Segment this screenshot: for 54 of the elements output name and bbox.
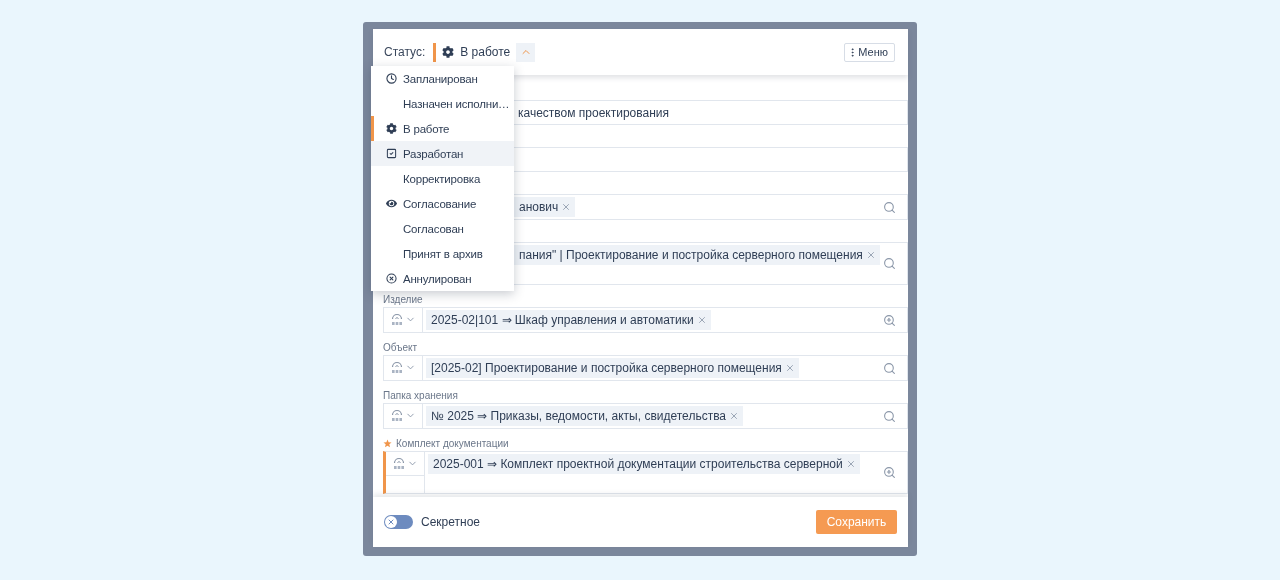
field-label: Изделие — [383, 293, 423, 305]
status-option[interactable]: Запланирован — [371, 66, 514, 91]
zoom-icon[interactable] — [882, 313, 896, 327]
selected-tag: 2025-001 ⇒ Комплект проектной документации строительства серверной — [428, 454, 860, 474]
eye-icon — [386, 198, 397, 209]
zoom-icon[interactable] — [882, 466, 896, 479]
status-option[interactable]: Назначен исполни… — [371, 91, 514, 116]
gear-icon — [442, 46, 455, 58]
status-option[interactable]: Согласование — [371, 191, 514, 216]
status-toggle-button[interactable] — [516, 42, 536, 62]
status-selector[interactable]: В работе — [433, 42, 536, 62]
keyboard-layout-icon — [390, 361, 403, 374]
selected-tag: пания" | Проектирование и постройка серверного помещения — [514, 245, 880, 265]
checkbox-icon — [386, 148, 397, 159]
remove-icon[interactable] — [865, 250, 876, 260]
secret-label: Секретное — [421, 515, 480, 529]
cancel-icon — [386, 273, 397, 284]
keyboard-layout-icon — [392, 457, 405, 470]
remove-icon[interactable] — [784, 363, 795, 373]
search-icon[interactable] — [882, 361, 896, 375]
close-icon — [387, 518, 395, 526]
status-option[interactable]: Разработан — [371, 141, 514, 166]
search-icon[interactable] — [882, 409, 896, 423]
selected-tag: № 2025 ⇒ Приказы, ведомости, акты, свидетельства — [426, 406, 744, 426]
field-label: Папка хранения — [383, 389, 458, 401]
secret-toggle[interactable] — [384, 515, 413, 529]
status-option[interactable]: Согласован — [371, 216, 514, 241]
status-option[interactable]: Аннулирован — [371, 266, 514, 291]
keyboard-layout-icon — [390, 409, 403, 422]
status-option[interactable]: В работе — [371, 116, 514, 141]
picker-field[interactable]: 2025-001 ⇒ Комплект проектной документации строительства серверной — [383, 451, 908, 494]
status-value: В работе — [460, 45, 511, 59]
search-icon[interactable] — [882, 200, 896, 214]
search-icon[interactable] — [882, 257, 896, 270]
remove-icon[interactable] — [729, 411, 740, 421]
remove-icon[interactable] — [696, 315, 707, 325]
picker-field[interactable]: [2025-02] Проектирование и постройка серверного помещения — [383, 355, 908, 381]
selected-tag: [2025-02] Проектирование и постройка серверного помещения — [426, 358, 799, 378]
gear-icon — [386, 123, 397, 134]
status-option[interactable]: Корректировка — [371, 166, 514, 191]
remove-icon[interactable] — [561, 202, 572, 212]
status-label: Статус: — [384, 45, 426, 59]
field-value: качеством проектирования — [518, 105, 670, 120]
selected-tag: анович — [514, 197, 576, 217]
picker-field[interactable]: № 2025 ⇒ Приказы, ведомости, акты, свидетельства — [383, 403, 908, 429]
field-label: Комплект документации — [396, 437, 509, 449]
remove-icon[interactable] — [845, 459, 856, 469]
field-label: Объект — [383, 341, 418, 353]
selected-tag: 2025-02|101 ⇒ Шкаф управления и автоматики — [426, 310, 711, 330]
keyboard-layout-icon — [390, 313, 403, 326]
menu-button[interactable]: Меню — [844, 42, 895, 62]
clock-icon — [386, 73, 397, 84]
status-option[interactable]: Принят в архив — [371, 241, 514, 266]
picker-field[interactable]: 2025-02|101 ⇒ Шкаф управления и автоматики — [383, 307, 908, 333]
